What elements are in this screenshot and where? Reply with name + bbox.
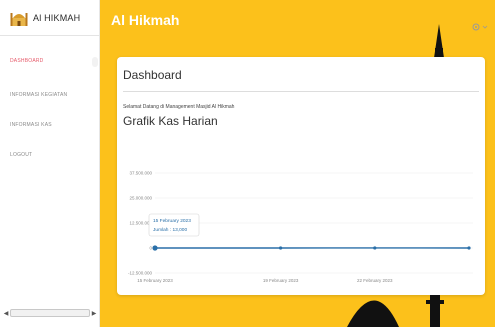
tooltip-label: Jumlah : 13,000 xyxy=(153,227,187,233)
mosque-logo-icon xyxy=(10,12,28,26)
brand[interactable]: Al HIKMAH xyxy=(0,0,100,36)
y-tick-label: -12.500.000 xyxy=(128,271,153,276)
kas-harian-chart[interactable]: 37.500.00025.000.00012.500.0000-12.500.0… xyxy=(117,157,485,287)
app-title: Al Hikmah xyxy=(111,12,180,28)
sidebar-horizontal-scrollbar[interactable]: ◀ ▶ xyxy=(2,307,98,319)
scroll-right-icon[interactable]: ▶ xyxy=(90,310,98,317)
main-area: Al Hikmah Dashboard Selamat Datang di Ma… xyxy=(100,0,495,327)
y-tick-label: 25.000.000 xyxy=(129,196,152,201)
data-point xyxy=(373,246,377,250)
scroll-left-icon[interactable]: ◀ xyxy=(2,310,10,317)
card-divider xyxy=(123,91,479,92)
brand-name: Al HIKMAH xyxy=(33,12,81,23)
sidebar-item-informasi-kegiatan[interactable]: INFORMASI KEGIATAN xyxy=(10,92,67,98)
data-point xyxy=(279,246,283,250)
data-point xyxy=(152,245,158,251)
sidebar: Al HIKMAH DASHBOARD INFORMASI KEGIATAN I… xyxy=(0,0,100,327)
welcome-text: Selamat Datang di Management Masjid Al H… xyxy=(123,104,235,110)
chart-title: Grafik Kas Harian xyxy=(123,114,218,128)
gear-icon[interactable] xyxy=(469,22,491,32)
y-tick-label: 37.500.000 xyxy=(129,171,152,176)
x-tick-label: 19 February 2023 xyxy=(263,278,299,283)
data-point xyxy=(467,246,471,250)
x-tick-label: 22 February 2023 xyxy=(357,278,393,283)
y-tick-label: 0 xyxy=(149,246,152,251)
sidebar-collapse-handle[interactable] xyxy=(92,57,98,67)
x-tick-label: 15 February 2023 xyxy=(137,278,173,283)
scrollbar-track[interactable] xyxy=(10,309,90,317)
card-title: Dashboard xyxy=(123,68,182,82)
dashboard-card: Dashboard Selamat Datang di Management M… xyxy=(117,57,485,295)
tooltip-title: 15 February 2023 xyxy=(153,218,191,224)
sidebar-item-informasi-kas[interactable]: INFORMASI KAS xyxy=(10,122,52,128)
sidebar-item-dashboard[interactable]: DASHBOARD xyxy=(10,58,43,64)
sidebar-item-logout[interactable]: LOGOUT xyxy=(10,152,32,158)
